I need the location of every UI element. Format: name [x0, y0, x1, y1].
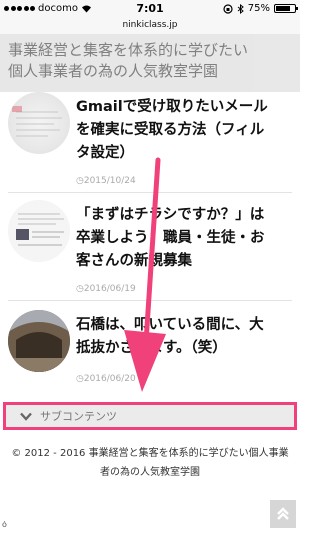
clock-icon: ◷ [76, 374, 84, 384]
divider [8, 300, 292, 301]
chevron-down-icon [20, 412, 32, 421]
subcontent-toggle[interactable]: サブコンテンツ [3, 402, 297, 430]
post-title[interactable]: 「まずはチラシですか？」は 卒業しよう：職員・生徒・お 客さんの新規募集 [76, 204, 294, 273]
post-date: ◷2015/10/24 [76, 176, 136, 186]
post-thumbnail[interactable] [8, 92, 70, 154]
clock-icon: ◷ [76, 176, 84, 186]
bluetooth-icon [237, 3, 244, 14]
orientation-lock-icon [223, 3, 233, 14]
post-thumbnail[interactable] [8, 200, 70, 262]
subcontent-label: サブコンテンツ [40, 410, 117, 423]
double-chevron-up-icon [277, 507, 289, 520]
post-title[interactable]: Gmailで受け取りたいメール を確実に受取る方法（フィル タ設定） [76, 96, 294, 165]
address-bar[interactable]: ninkiclass.jp [0, 18, 300, 34]
divider [8, 192, 292, 193]
site-title[interactable]: 事業経営と集客を体系的に学びたい 個人事業者の為の人気教室学園 [8, 40, 292, 82]
clock-icon: ◷ [76, 284, 84, 294]
loading-indicator: ȯ [2, 520, 7, 529]
url-text: ninkiclass.jp [122, 20, 178, 30]
post-title[interactable]: 石橋は、叩いている間に、大 抵抜かされます。（笑） [76, 314, 294, 360]
battery-percent: 75% [247, 3, 270, 14]
footer-copyright: © 2012 - 2016 事業経営と集客を体系的に学びたい個人事業 者の為の人… [11, 448, 289, 478]
status-right: 75% [223, 3, 298, 14]
post-thumbnail[interactable] [8, 310, 70, 372]
post-date: ◷2016/06/20 [76, 374, 136, 384]
status-bar: docomo 7:01 75% [0, 0, 300, 18]
battery-icon [274, 4, 298, 13]
site-header: 事業経営と集客を体系的に学びたい 個人事業者の為の人気教室学園 [0, 34, 300, 92]
post-date: ◷2016/06/19 [76, 284, 136, 294]
scroll-to-top-button[interactable] [270, 500, 296, 528]
